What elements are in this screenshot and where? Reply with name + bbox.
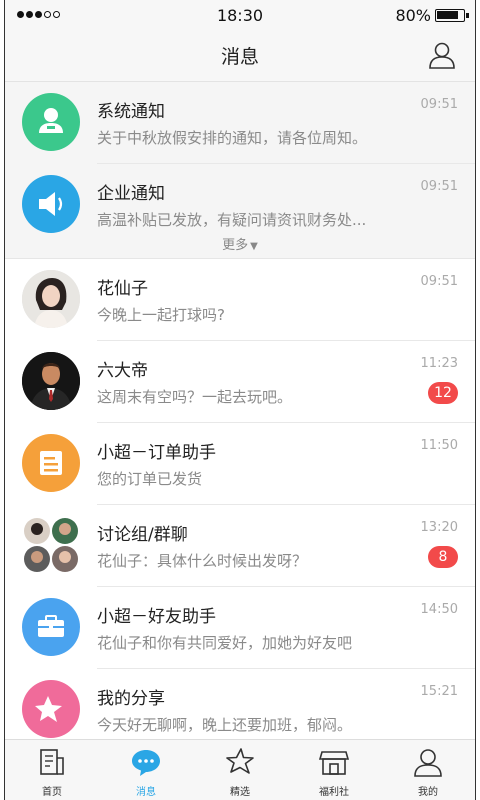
chat-time: 14:50 (420, 602, 458, 617)
tab-featured[interactable]: 精选 (193, 740, 287, 800)
shop-icon (318, 751, 350, 775)
message-list: 系统通知 关于中秋放假安排的通知，请各位周知。 09:51 企业通知 高温补贴已… (5, 82, 475, 739)
home-doc-icon (40, 749, 64, 775)
star-icon (226, 748, 254, 774)
chat-preview: 今晚上一起打球吗? (97, 306, 225, 324)
battery-icon (435, 9, 469, 22)
group-avatar-grid (24, 518, 78, 572)
chat-preview: 这周末有空吗？一起去玩吧。 (97, 388, 293, 406)
list-item-system-notice[interactable]: 系统通知 关于中秋放假安排的通知，请各位周知。 09:51 (5, 82, 475, 164)
company-notice-avatar (22, 175, 80, 233)
profile-icon[interactable] (427, 40, 457, 70)
list-item-chat[interactable]: 我的分享 今天好无聊啊，晚上还要加班，郁闷。 15:21 (5, 669, 475, 739)
friend-assistant-avatar (22, 598, 80, 656)
chat-bubble-icon (132, 750, 160, 776)
tab-bar: 首页 消息 精选 福利社 我的 (5, 739, 475, 800)
speaker-icon (39, 192, 63, 216)
chat-name: 小超－好友助手 (97, 607, 216, 627)
chat-name: 六大帝 (97, 361, 148, 381)
chat-preview: 今天好无聊啊，晚上还要加班，郁闷。 (97, 716, 353, 734)
tab-label: 精选 (230, 787, 250, 798)
star-share-icon (35, 696, 62, 722)
chat-time: 13:20 (420, 520, 458, 535)
tab-home[interactable]: 首页 (5, 740, 99, 800)
list-item-chat[interactable]: 小超－好友助手 花仙子和你有共同爱好，加她为好友吧 14:50 (5, 587, 475, 669)
chat-time: 15:21 (420, 684, 458, 699)
unread-badge: 8 (428, 546, 458, 568)
chat-name: 系统通知 (97, 102, 165, 122)
page-title: 消息 (220, 46, 259, 68)
tab-messages[interactable]: 消息 (99, 740, 193, 800)
chat-time: 11:50 (420, 438, 458, 453)
avatar (22, 270, 80, 328)
person-badge-icon (39, 108, 63, 133)
chat-name: 讨论组/群聊 (97, 525, 188, 545)
chat-name: 花仙子 (97, 279, 148, 299)
chat-name: 我的分享 (97, 689, 165, 709)
list-item-chat[interactable]: 小超－订单助手 您的订单已发货 11:50 (5, 423, 475, 505)
briefcase-icon (38, 615, 64, 637)
phone-screen: 18:30 80% 消息 系统通知 关于中秋放假安排的通知，请各位周知。 09:… (4, 0, 476, 800)
tab-label: 福利社 (319, 787, 349, 798)
chat-list: 花仙子 今晚上一起打球吗? 09:51 六大帝 这周末有空吗？一起去玩吧。 11… (5, 259, 475, 739)
chat-time: 09:51 (420, 97, 458, 112)
chat-name: 企业通知 (97, 184, 165, 204)
chat-time: 09:51 (420, 179, 458, 194)
unread-badge: 12 (428, 382, 458, 404)
tab-label: 消息 (136, 787, 156, 798)
share-avatar (22, 680, 80, 738)
notification-group: 系统通知 关于中秋放假安排的通知，请各位周知。 09:51 企业通知 高温补贴已… (5, 82, 475, 259)
user-icon (414, 749, 442, 777)
chat-preview: 您的订单已发货 (97, 470, 203, 488)
chat-preview: 高温补贴已发放，有疑问请资讯财务处... (97, 211, 367, 229)
system-notice-avatar (22, 93, 80, 151)
header: 消息 (5, 30, 475, 82)
order-assistant-avatar (22, 434, 80, 492)
list-item-chat[interactable]: 讨论组/群聊 花仙子：具体什么时候出发呀？ 13:20 8 (5, 505, 475, 587)
tab-label: 首页 (42, 787, 62, 798)
man-portrait-avatar (22, 352, 80, 410)
tab-mine[interactable]: 我的 (381, 740, 475, 800)
chat-time: 11:23 (420, 356, 458, 371)
order-doc-icon (40, 451, 62, 475)
list-item-chat[interactable]: 六大帝 这周末有空吗？一起去玩吧。 11:23 12 (5, 341, 475, 423)
avatar (22, 352, 80, 410)
status-bar: 18:30 80% (5, 0, 475, 30)
chat-preview: 花仙子：具体什么时候出发呀？ (97, 552, 308, 570)
list-item-company-notice[interactable]: 企业通知 高温补贴已发放，有疑问请资讯财务处... 09:51 (5, 164, 475, 246)
group-avatar (22, 516, 80, 574)
chat-preview: 花仙子和你有共同爱好，加她为好友吧 (97, 634, 353, 652)
chat-time: 09:51 (420, 274, 458, 289)
chat-name: 小超－订单助手 (97, 443, 216, 463)
battery-percent: 80% (395, 6, 431, 25)
list-item-chat[interactable]: 花仙子 今晚上一起打球吗? 09:51 (5, 259, 475, 341)
chat-preview: 关于中秋放假安排的通知，请各位周知。 (97, 129, 368, 147)
tab-label: 我的 (418, 787, 438, 798)
tab-welfare[interactable]: 福利社 (287, 740, 381, 800)
girl-portrait-avatar (22, 270, 80, 328)
